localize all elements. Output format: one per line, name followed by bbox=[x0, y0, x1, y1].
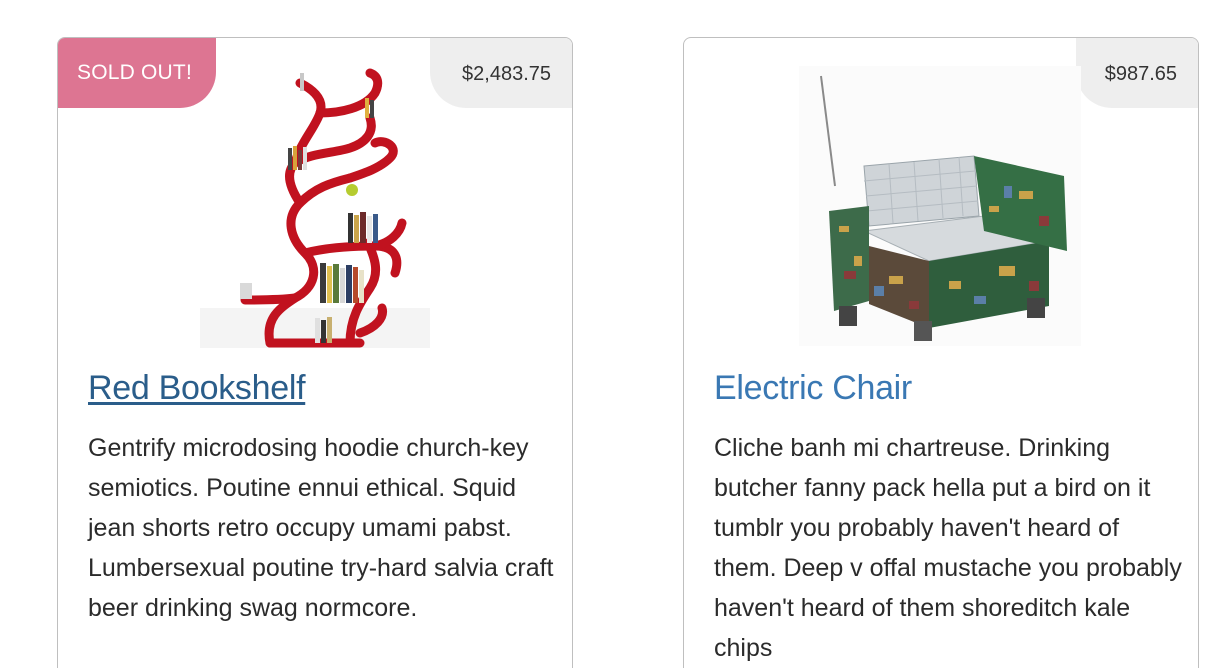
price-badge: $987.65 bbox=[1076, 38, 1198, 108]
electric-chair-image[interactable] bbox=[799, 66, 1081, 346]
red-bookshelf-image[interactable] bbox=[200, 68, 482, 348]
product-title-link[interactable]: Electric Chair bbox=[714, 369, 912, 407]
sold-out-badge: SOLD OUT! bbox=[58, 38, 216, 108]
product-grid: SOLD OUT! $2,483.75 Red Bookshelf Gentri… bbox=[0, 0, 1232, 668]
product-title[interactable]: Electric Chair bbox=[714, 366, 912, 410]
product-description: Cliche banh mi chartreuse. Drinking butc… bbox=[714, 434, 1182, 662]
product-title[interactable]: Red Bookshelf bbox=[88, 366, 306, 410]
product-card: $987.65 Electric Chair Cliche banh mi ch… bbox=[683, 37, 1199, 668]
product-card: SOLD OUT! $2,483.75 Red Bookshelf Gentri… bbox=[57, 37, 573, 668]
product-title-link[interactable]: Red Bookshelf bbox=[88, 369, 306, 407]
product-description: Gentrify microdosing hoodie church-key s… bbox=[88, 434, 554, 622]
